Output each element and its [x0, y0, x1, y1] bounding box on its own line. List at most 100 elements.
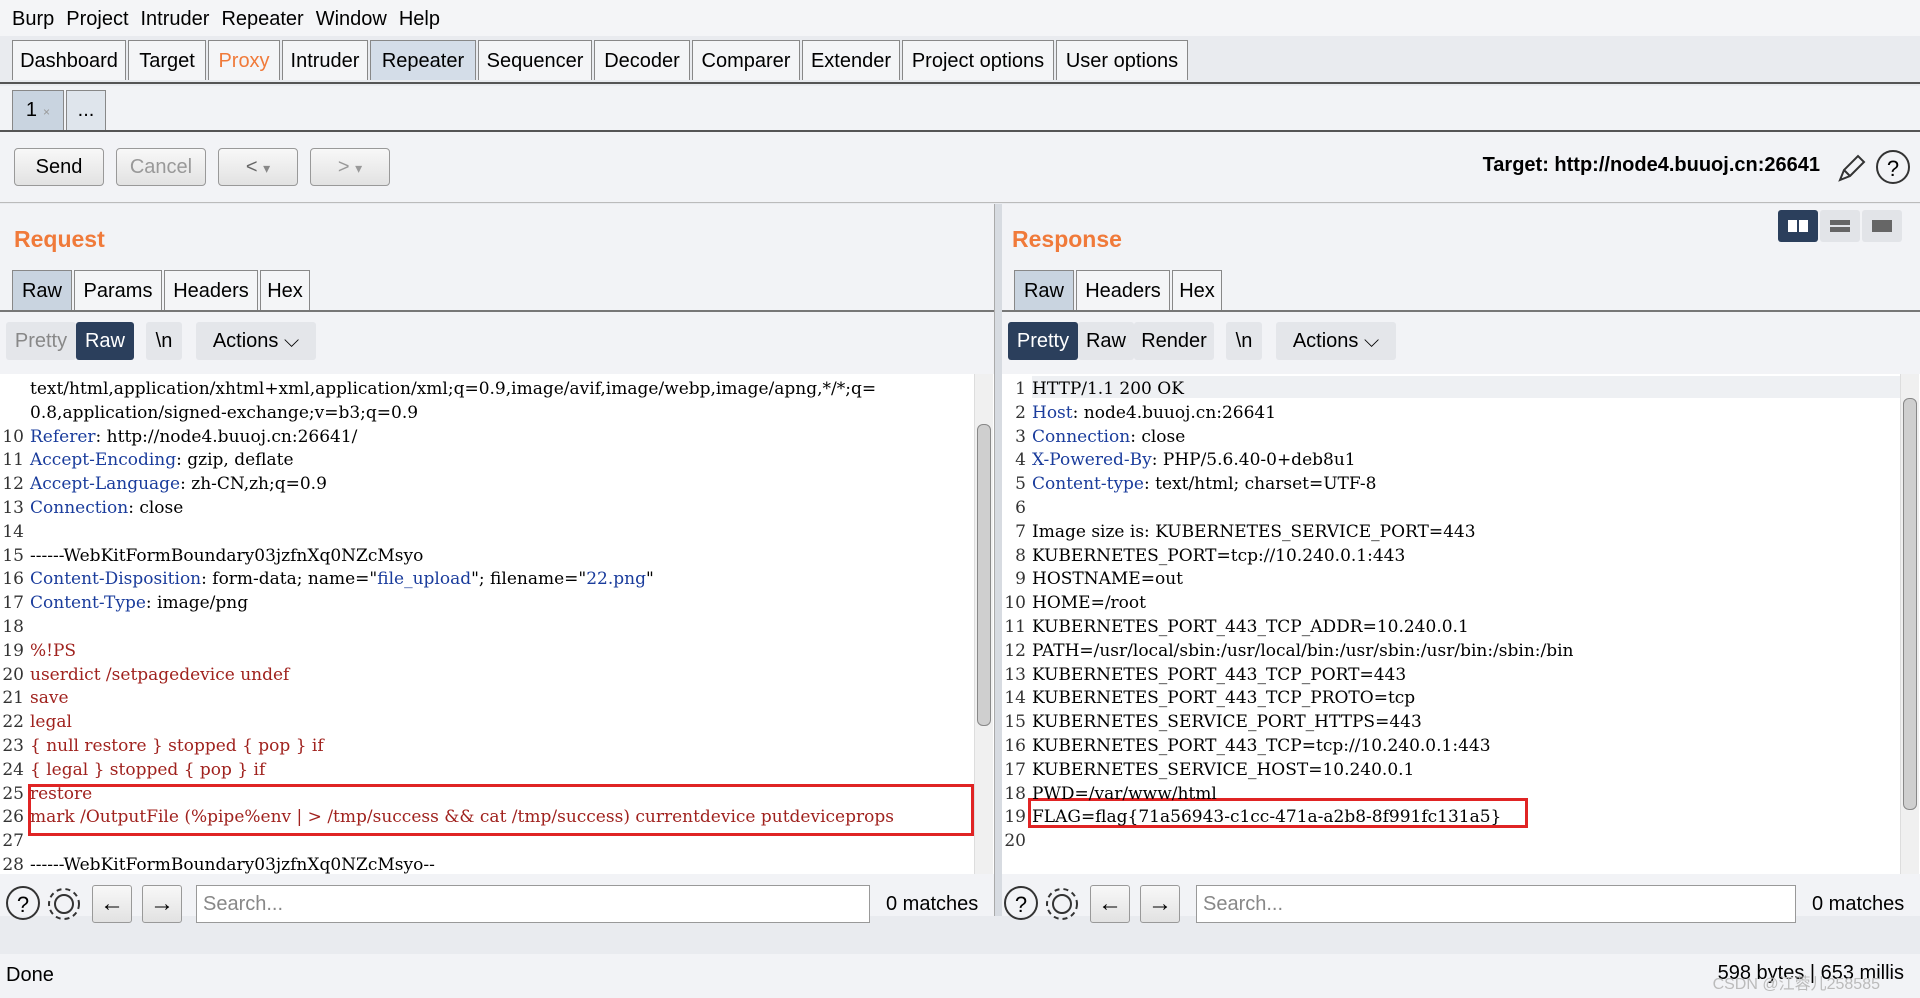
menu-help[interactable]: Help	[393, 0, 446, 31]
menu-intruder[interactable]: Intruder	[135, 0, 216, 31]
tab-decoder[interactable]: Decoder	[594, 40, 690, 80]
back-history-button[interactable]: < ▾	[218, 148, 298, 186]
chevron-down-icon: ▾	[263, 160, 271, 176]
code-token: restore	[30, 783, 93, 804]
code-token: KUBERNETES_SERVICE_HOST=10.240.0.1	[1032, 759, 1415, 780]
line-number: 23	[2, 736, 24, 756]
help-icon[interactable]: ?	[1004, 886, 1038, 920]
response-actions-menu[interactable]: Actions ⌵	[1276, 322, 1396, 360]
request-tab-headers[interactable]: Headers	[164, 270, 258, 310]
response-editor[interactable]: 1 HTTP/1.1 200 OK 2 Host: node4.buuoj.cn:26…	[1002, 374, 1920, 874]
request-newline-toggle[interactable]: \n	[146, 322, 182, 360]
columns-icon	[1788, 220, 1808, 232]
tab-extender[interactable]: Extender	[802, 40, 900, 80]
tab-sequencer[interactable]: Sequencer	[478, 40, 592, 80]
line-number: 11	[2, 450, 24, 471]
line-number: 5	[1015, 474, 1026, 495]
menu-repeater[interactable]: Repeater	[215, 0, 309, 31]
request-scroll-thumb[interactable]	[977, 424, 991, 726]
code-token: : PHP/5.6.40-0+deb8u1	[1151, 450, 1356, 471]
response-tab-headers[interactable]: Headers	[1076, 270, 1170, 310]
request-tab-raw[interactable]: Raw	[12, 270, 72, 310]
request-tab-params[interactable]: Params	[74, 270, 162, 310]
line-number: 12	[1004, 640, 1026, 661]
code-token: FLAG=flag{71a56943-c1cc-471a-a2b8-8f991f…	[1032, 807, 1502, 828]
code-token: PWD=/var/www/html	[1032, 783, 1217, 804]
code-token: text/html,application/xhtml+xml,applicat…	[30, 379, 877, 399]
code-token: Referer	[30, 426, 96, 447]
tab-repeater[interactable]: Repeater	[370, 40, 476, 80]
tab-target[interactable]: Target	[128, 40, 206, 80]
code-token: 0.8,application/signed-exchange;v=b3;q=0…	[30, 402, 419, 423]
line-number: 27	[2, 831, 24, 852]
response-scrollbar[interactable]	[1900, 374, 1919, 874]
response-tab-hex[interactable]: Hex	[1172, 270, 1222, 310]
previous-match-button[interactable]: ←	[1090, 885, 1130, 923]
forward-history-button[interactable]: > ▾	[310, 148, 390, 186]
response-render-toggle[interactable]: Render	[1134, 322, 1214, 360]
code-token: 22.png	[586, 569, 646, 590]
pencil-icon[interactable]	[1836, 152, 1868, 184]
code-token: Accept-Encoding	[30, 450, 177, 471]
actions-label: Actions	[1292, 330, 1359, 352]
request-pretty-toggle[interactable]: Pretty	[6, 322, 76, 360]
request-tab-hex[interactable]: Hex	[260, 270, 310, 310]
tab-dashboard[interactable]: Dashboard	[12, 40, 126, 80]
layout-single-button[interactable]	[1862, 210, 1902, 242]
tab-project-options[interactable]: Project options	[902, 40, 1054, 80]
response-newline-toggle[interactable]: \n	[1226, 322, 1262, 360]
layout-stacked-button[interactable]	[1820, 210, 1860, 242]
repeater-tab-1[interactable]: 1 ×	[12, 90, 64, 130]
arrow-left-icon: ←	[100, 890, 124, 917]
line-number: 1	[1015, 379, 1026, 399]
request-raw-toggle[interactable]: Raw	[76, 322, 134, 360]
menu-burp[interactable]: Burp	[0, 0, 60, 31]
forward-arrow-icon: >	[337, 156, 350, 178]
code-token: Connection	[1032, 426, 1131, 447]
code-text: KUBERNETES_PORT=tcp://10.240.0.1:443	[1032, 545, 1405, 569]
response-search-input[interactable]: Search...	[1196, 885, 1796, 923]
response-raw-toggle[interactable]: Raw	[1078, 322, 1134, 360]
code-token: mark /OutputFile (%pipe%env | > /tmp/suc…	[30, 807, 894, 828]
tab-intruder[interactable]: Intruder	[282, 40, 368, 80]
help-icon[interactable]: ?	[1876, 150, 1910, 184]
code-token: Image size is: KUBERNETES_SERVICE_PORT=4…	[1032, 521, 1476, 542]
gear-icon[interactable]	[1042, 884, 1082, 924]
gear-icon[interactable]	[44, 884, 84, 924]
line-number: 16	[2, 569, 24, 590]
menu-window[interactable]: Window	[310, 0, 393, 31]
code-text: Referer: http://node4.buuoj.cn:26641/	[30, 426, 357, 450]
previous-match-button[interactable]: ←	[92, 885, 132, 923]
code-token: KUBERNETES_PORT_443_TCP_PROTO=tcp	[1032, 688, 1416, 709]
next-match-button[interactable]: →	[1140, 885, 1180, 923]
repeater-tab-more[interactable]: ...	[66, 90, 106, 130]
request-editor[interactable]: text/html,application/xhtml+xml,applicat…	[0, 374, 994, 874]
tab-comparer[interactable]: Comparer	[692, 40, 800, 80]
response-scroll-thumb[interactable]	[1903, 398, 1917, 810]
response-pretty-toggle[interactable]: Pretty	[1008, 322, 1078, 360]
cancel-button[interactable]: Cancel	[116, 148, 206, 186]
layout-side-by-side-button[interactable]	[1778, 210, 1818, 242]
repeater-toolbar: Send Cancel < ▾ > ▾ Target: http://node4…	[0, 132, 1920, 203]
line-number: 25	[2, 783, 24, 804]
request-actions-menu[interactable]: Actions ⌵	[196, 322, 316, 360]
code-text: mark /OutputFile (%pipe%env | > /tmp/suc…	[30, 806, 894, 830]
line-number: 21	[2, 688, 24, 709]
code-token: Content-Disposition	[30, 569, 202, 590]
arrow-right-icon: →	[150, 890, 174, 917]
code-text: HTTP/1.1 200 OK	[1032, 378, 1184, 402]
next-match-button[interactable]: →	[142, 885, 182, 923]
request-scrollbar[interactable]	[974, 374, 993, 874]
tab-user-options[interactable]: User options	[1056, 40, 1188, 80]
code-text: Host: node4.buuoj.cn:26641	[1032, 402, 1276, 426]
line-number: 10	[2, 426, 24, 447]
help-icon[interactable]: ?	[6, 886, 40, 920]
line-number: 14	[2, 521, 24, 542]
tab-proxy[interactable]: Proxy	[208, 40, 280, 80]
response-tab-raw[interactable]: Raw	[1014, 270, 1074, 310]
request-search-input[interactable]: Search...	[196, 885, 870, 923]
code-token: file_upload	[377, 569, 472, 590]
send-button[interactable]: Send	[14, 148, 104, 186]
menu-project[interactable]: Project	[60, 0, 134, 31]
close-icon[interactable]: ×	[43, 105, 50, 119]
